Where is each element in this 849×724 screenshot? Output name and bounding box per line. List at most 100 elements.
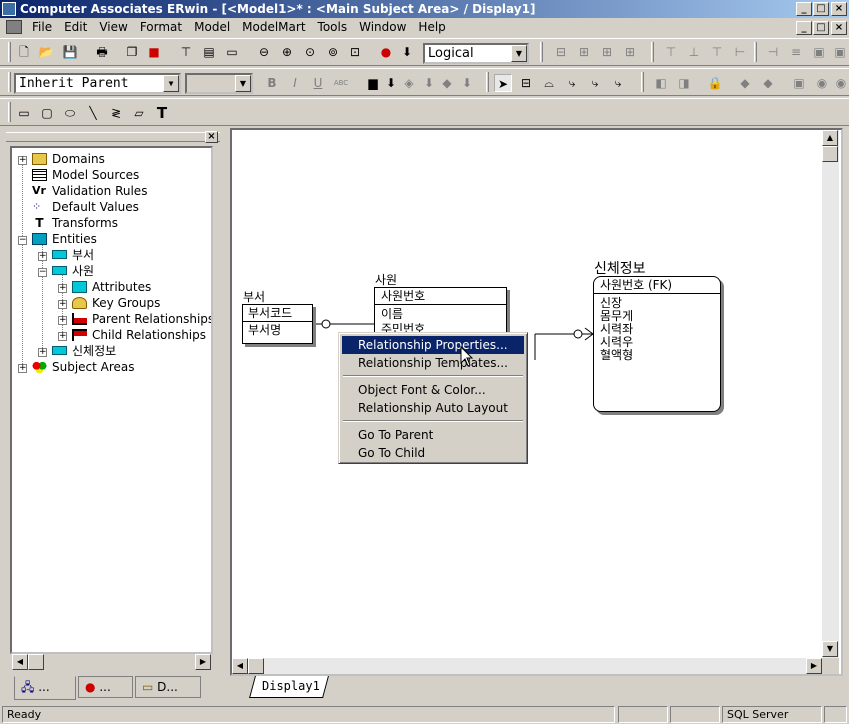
tree-item-subject-areas[interactable]: Subject Areas — [32, 359, 135, 375]
entity-display-icon[interactable]: ▤ — [200, 43, 218, 61]
collapse-toggle[interactable]: − — [18, 236, 27, 245]
line-color-icon[interactable]: ◆ — [438, 74, 456, 92]
mm-check-icon[interactable]: ◆ — [736, 74, 754, 92]
tree-item-entity-body-info[interactable]: 신체정보 — [52, 343, 116, 359]
copy-icon[interactable]: ❐ — [123, 43, 141, 61]
expand-toggle[interactable]: + — [58, 300, 67, 309]
doc-minimize-button[interactable]: _ — [796, 21, 812, 35]
zoom-in-icon[interactable]: ⊕ — [278, 43, 296, 61]
menu-item-relationship-properties[interactable]: Relationship Properties... — [342, 336, 524, 354]
tree-item-entity-dept[interactable]: 부서 — [52, 247, 94, 263]
close-button[interactable]: × — [831, 2, 847, 16]
entity-attr[interactable]: 혈액형 — [594, 349, 720, 362]
new-icon[interactable]: 🗋 — [15, 43, 33, 61]
expand-toggle[interactable]: + — [58, 284, 67, 293]
align-left-icon[interactable]: ⊢ — [731, 43, 749, 61]
rectangle-icon[interactable]: ▭ — [15, 104, 33, 122]
tree-item-attributes[interactable]: Attributes — [72, 279, 151, 295]
font-combo[interactable]: Inherit Parent ▼ — [14, 73, 181, 94]
toolbar-grip[interactable] — [8, 72, 11, 92]
strikeout-button[interactable]: ABC — [332, 74, 350, 92]
tree-hscrollbar[interactable]: ◀ ▶ — [12, 654, 211, 670]
tree-layout-icon[interactable]: ⊞ — [575, 43, 593, 61]
dropdown-arrow-icon[interactable]: ⬇ — [458, 74, 476, 92]
dropdown-arrow-icon[interactable]: ⬇ — [382, 74, 400, 92]
tab-subject-areas[interactable]: ● ... — [78, 676, 133, 698]
resize-grip-icon[interactable] — [824, 706, 847, 723]
tree-item-validation-rules[interactable]: Vr Validation Rules — [32, 183, 147, 199]
open-icon[interactable]: 📂 — [37, 43, 55, 61]
polyline-icon[interactable]: ≷ — [107, 104, 125, 122]
dropdown-arrow-icon[interactable]: ⬇ — [398, 43, 416, 61]
mm-save-icon[interactable]: ◨ — [675, 74, 693, 92]
menu-file[interactable]: File — [26, 18, 58, 37]
zoom-actual-icon[interactable]: ⊡ — [346, 43, 364, 61]
tree-item-entity-employee[interactable]: 사원 — [52, 263, 94, 279]
maximize-button[interactable]: □ — [813, 2, 829, 16]
entity-key[interactable]: 사원번호 (FK) — [594, 277, 720, 294]
entity-key[interactable]: 사원번호 — [375, 288, 506, 305]
mm-report-icon[interactable]: ▣ — [790, 74, 808, 92]
menu-model[interactable]: Model — [188, 18, 236, 37]
menu-help[interactable]: Help — [412, 18, 451, 37]
menu-item-relationship-auto-layout[interactable]: Relationship Auto Layout — [342, 399, 524, 417]
lock-icon[interactable]: 🔒 — [706, 74, 724, 92]
menu-item-object-font-color[interactable]: Object Font & Color... — [342, 381, 524, 399]
menu-modelmart[interactable]: ModelMart — [236, 18, 311, 37]
tree-item-key-groups[interactable]: Key Groups — [72, 295, 160, 311]
model-tree[interactable]: + Domains Model Sources Vr Validation Rul… — [10, 146, 213, 654]
tree-item-child-relationships[interactable]: Child Relationships — [72, 327, 206, 343]
app-icon[interactable] — [2, 2, 16, 16]
distribute-icon[interactable]: ⊣ — [764, 43, 782, 61]
note-icon[interactable]: ▭ — [223, 43, 241, 61]
dropdown-arrow-icon[interactable]: ⬇ — [420, 74, 438, 92]
expand-toggle[interactable]: + — [38, 252, 47, 261]
tree-item-parent-relationships[interactable]: Parent Relationships — [72, 311, 211, 327]
tab-domains[interactable]: ▭ D... — [135, 676, 201, 698]
scroll-thumb[interactable] — [28, 654, 44, 670]
line-icon[interactable]: ╲ — [84, 104, 102, 122]
menu-format[interactable]: Format — [134, 18, 188, 37]
entity-tool-icon[interactable]: ⊟ — [517, 74, 535, 92]
chevron-down-icon[interactable]: ▼ — [163, 75, 179, 92]
text-tool-icon[interactable]: T — [153, 104, 171, 122]
fill-color-icon[interactable]: ◈ — [400, 74, 418, 92]
color-icon[interactable]: ■ — [145, 43, 163, 61]
expand-toggle[interactable]: + — [18, 156, 27, 165]
mm-admin-icon[interactable]: ◉ — [832, 74, 849, 92]
close-icon[interactable]: × — [205, 131, 218, 143]
align-middle-icon[interactable]: ⊥ — [685, 43, 703, 61]
minimize-button[interactable]: _ — [796, 2, 812, 16]
menu-view[interactable]: View — [93, 18, 133, 37]
view-mode-combo[interactable]: Logical ▼ — [423, 43, 529, 64]
align-icon[interactable]: ⊟ — [552, 43, 570, 61]
ellipse-icon[interactable]: ⬭ — [61, 104, 79, 122]
menu-item-relationship-templates[interactable]: Relationship Templates... — [342, 354, 524, 372]
mm-merge-icon[interactable]: ◆ — [759, 74, 777, 92]
italic-button[interactable]: I — [286, 74, 304, 92]
distribute-h-icon[interactable]: ▣ — [810, 43, 828, 61]
expand-toggle[interactable]: + — [18, 364, 27, 373]
save-icon[interactable]: 💾 — [61, 43, 79, 61]
scroll-left-icon[interactable]: ◀ — [12, 654, 28, 670]
menu-tools[interactable]: Tools — [312, 18, 354, 37]
align-bottom-icon[interactable]: ⊤ — [708, 43, 726, 61]
mm-sync-icon[interactable]: ◉ — [813, 74, 831, 92]
toolbar-grip[interactable] — [754, 42, 757, 62]
resize-icon[interactable]: ▣ — [831, 43, 849, 61]
underline-button[interactable]: U — [309, 74, 327, 92]
chevron-down-icon[interactable]: ▼ — [511, 45, 527, 62]
hier-layout-icon[interactable]: ⊞ — [598, 43, 616, 61]
doc-close-button[interactable]: × — [831, 21, 847, 35]
entity-key[interactable]: 부서코드 — [243, 305, 312, 322]
many-to-many-icon[interactable]: ⤷ — [586, 74, 604, 92]
tree-item-default-values[interactable]: ⁘ Default Values — [32, 199, 139, 215]
distribute-v-icon[interactable]: ≡ — [787, 43, 805, 61]
expand-toggle[interactable]: + — [58, 332, 67, 341]
tree-item-entities[interactable]: Entities — [32, 231, 97, 247]
polygon-icon[interactable]: ▱ — [130, 104, 148, 122]
identifying-rel-icon[interactable]: ⤷ — [563, 74, 581, 92]
toolbar-grip[interactable] — [540, 42, 543, 62]
scroll-right-icon[interactable]: ▶ — [195, 654, 211, 670]
text-color-icon[interactable]: ▆ — [364, 74, 382, 92]
